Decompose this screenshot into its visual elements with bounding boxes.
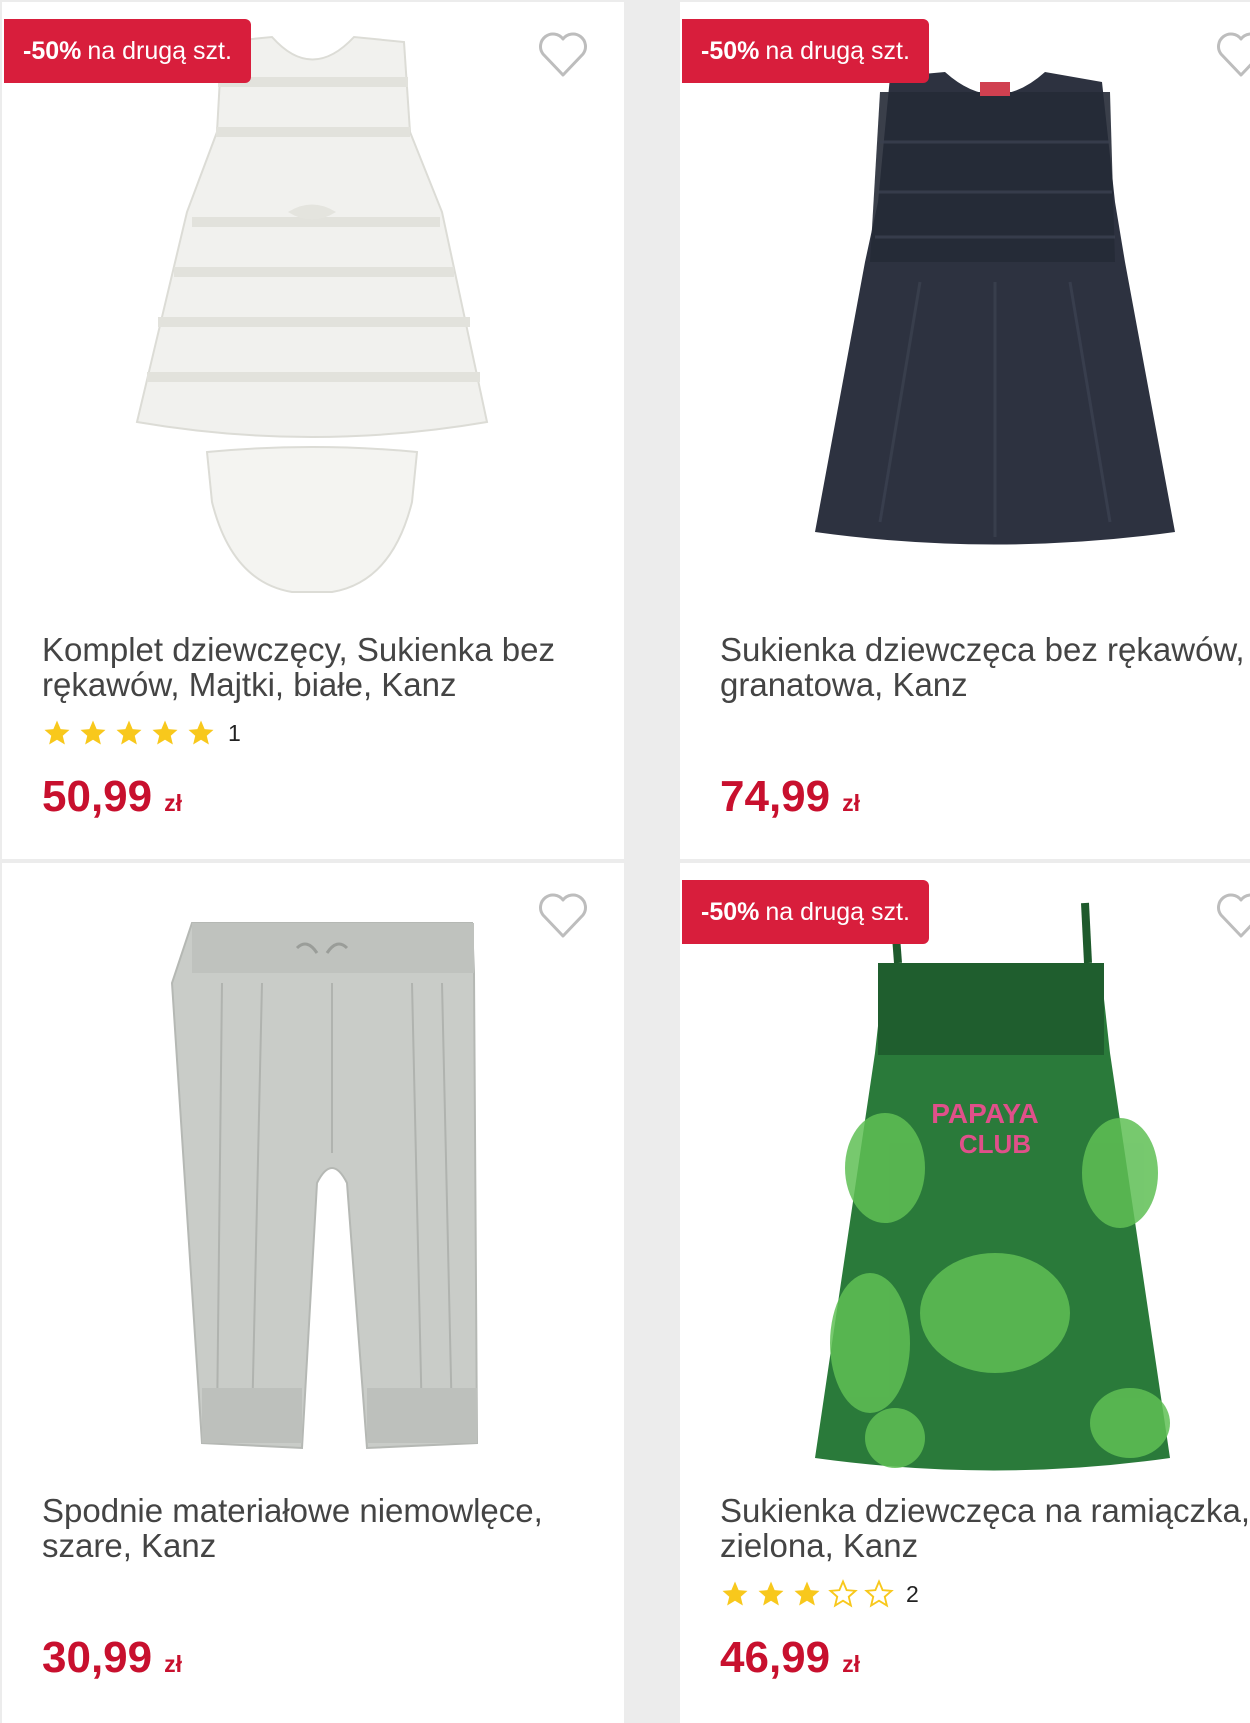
star-filled-icon	[44, 720, 70, 745]
promo-badge-text: na drugą szt.	[765, 897, 910, 926]
product-title[interactable]: Komplet dziewczęcy, Sukienka bez rękawów…	[42, 632, 602, 702]
wishlist-heart-icon[interactable]	[1215, 32, 1250, 78]
product-title[interactable]: Sukienka dziewczęca na ramiączka, zielon…	[720, 1493, 1250, 1563]
papaya-club-print: CLUB	[959, 1129, 1031, 1159]
star-filled-icon	[758, 1581, 784, 1606]
price: 30,99 zł	[42, 1633, 182, 1683]
promo-badge: -50% na drugą szt.	[682, 880, 929, 944]
promo-badge-text: na drugą szt.	[765, 36, 910, 65]
price-amount: 50,99	[42, 772, 153, 821]
star-empty-icon	[828, 1579, 858, 1608]
rating-count: 1	[228, 719, 241, 746]
price: 50,99 zł	[42, 772, 182, 822]
price-currency: zł	[842, 1651, 860, 1677]
grey-trousers-image	[170, 922, 479, 1450]
price: 46,99 zł	[720, 1633, 860, 1683]
product-card[interactable]: -50% na drugą szt. Komplet dziewczęcy, S…	[2, 2, 624, 859]
rating: 2	[720, 1577, 919, 1611]
promo-badge-percent: -50%	[23, 36, 82, 65]
star-filled-icon	[152, 720, 178, 745]
papaya-club-print: PAPAYA	[931, 1098, 1038, 1129]
price-amount: 46,99	[720, 1633, 831, 1682]
rating-count: 2	[906, 1580, 919, 1607]
navy-dress-image	[815, 72, 1175, 545]
product-image[interactable]: PAPAYA CLUB	[770, 883, 1210, 1473]
price-amount: 30,99	[42, 1633, 153, 1682]
star-empty-icon	[864, 1579, 894, 1608]
product-image[interactable]	[92, 22, 532, 612]
product-card[interactable]: PAPAYA CLUB -50% na drugą szt. Sukienka …	[680, 863, 1250, 1723]
product-title[interactable]: Sukienka dziewczęca bez rękawów, granato…	[720, 632, 1250, 702]
star-filled-icon	[188, 720, 214, 745]
product-image[interactable]	[770, 22, 1210, 612]
price-currency: zł	[164, 1651, 182, 1677]
product-title[interactable]: Spodnie materiałowe niemowlęce, szare, K…	[42, 1493, 602, 1563]
promo-badge: -50% na drugą szt.	[4, 19, 251, 83]
star-filled-icon	[80, 720, 106, 745]
star-filled-icon	[116, 720, 142, 745]
promo-badge-percent: -50%	[701, 897, 760, 926]
green-dress-image: PAPAYA CLUB	[815, 902, 1170, 1471]
product-card[interactable]: -50% na drugą szt. Sukienka dziewczęca b…	[680, 2, 1250, 859]
promo-badge-percent: -50%	[701, 36, 760, 65]
star-filled-icon	[794, 1581, 820, 1606]
wishlist-heart-icon[interactable]	[1215, 893, 1250, 939]
rating: 1	[42, 716, 241, 750]
star-filled-icon	[722, 1581, 748, 1606]
promo-badge-text: na drugą szt.	[87, 36, 232, 65]
wishlist-heart-icon[interactable]	[537, 32, 589, 78]
product-image[interactable]	[92, 883, 532, 1473]
price-currency: zł	[164, 790, 182, 816]
price-amount: 74,99	[720, 772, 831, 821]
product-card[interactable]: Spodnie materiałowe niemowlęce, szare, K…	[2, 863, 624, 1723]
promo-badge: -50% na drugą szt.	[682, 19, 929, 83]
price: 74,99 zł	[720, 772, 860, 822]
white-dress-image	[135, 35, 489, 593]
wishlist-heart-icon[interactable]	[537, 893, 589, 939]
price-currency: zł	[842, 790, 860, 816]
